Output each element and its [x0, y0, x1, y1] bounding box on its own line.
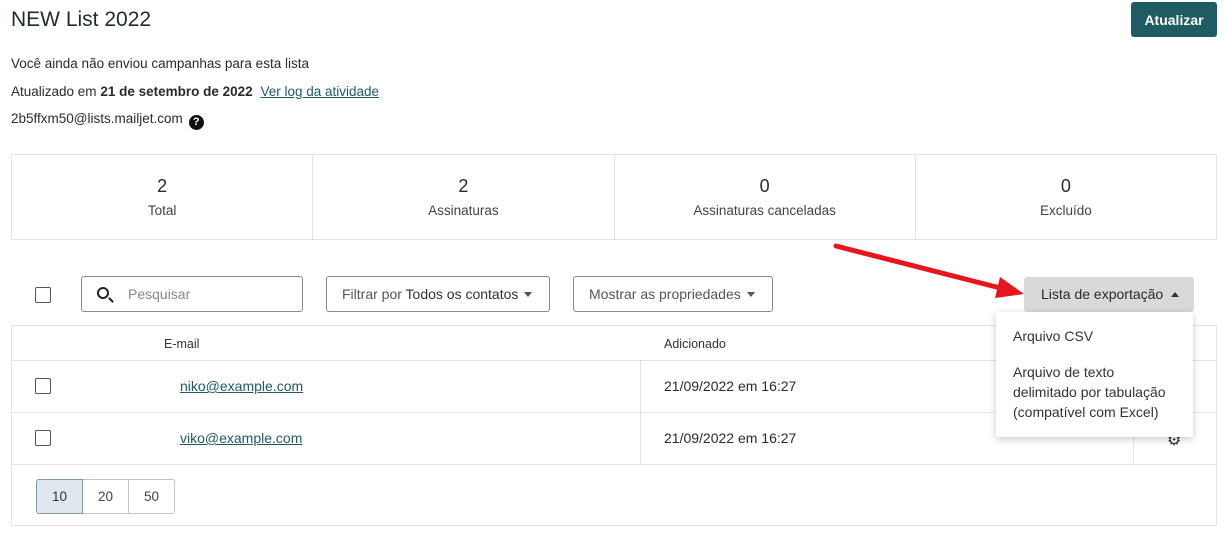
- export-menu: Arquivo CSV Arquivo de texto delimitado …: [996, 312, 1193, 437]
- stat-value: 0: [759, 176, 770, 196]
- export-label: Lista de exportação: [1041, 286, 1164, 302]
- updated-date: 21 de setembro de 2022: [100, 84, 253, 99]
- contact-email-link[interactable]: viko@example.com: [180, 430, 302, 446]
- page-size-selector: 10 20 50: [36, 479, 175, 514]
- select-all-checkbox[interactable]: [35, 287, 51, 303]
- list-email-line: 2b5ffxm50@lists.mailjet.com?: [11, 111, 204, 130]
- menu-item-line: delimitado por tabulação: [1013, 384, 1166, 400]
- search-input[interactable]: Pesquisar: [81, 276, 303, 312]
- properties-label: Mostrar as propriedades: [589, 286, 741, 302]
- page-size-option[interactable]: 10: [36, 479, 83, 514]
- activity-log-link[interactable]: Ver log da atividade: [260, 84, 379, 99]
- menu-item-line: (compatível com Excel): [1013, 404, 1159, 420]
- search-icon: [97, 287, 109, 299]
- no-campaigns-text: Você ainda não enviou campanhas para est…: [11, 56, 309, 71]
- pagination-area: 10 20 50: [12, 464, 1216, 526]
- question-circle-icon[interactable]: ?: [188, 115, 204, 130]
- export-list-button[interactable]: Lista de exportação: [1024, 277, 1194, 312]
- stat-label: Excluído: [1039, 203, 1092, 218]
- stat-unsubscribed: 0 Assinaturas canceladas: [615, 155, 916, 239]
- stat-value: 2: [458, 176, 469, 196]
- stat-deleted: 0 Excluído: [916, 155, 1216, 239]
- properties-dropdown[interactable]: Mostrar as propriedades: [573, 276, 773, 312]
- stat-total: 2 Total: [12, 155, 314, 239]
- annotation-arrow: [833, 243, 1024, 298]
- update-button[interactable]: Atualizar: [1131, 2, 1217, 37]
- column-header-added[interactable]: Adicionado: [664, 337, 726, 351]
- caret-down-icon: [524, 292, 533, 297]
- row-checkbox[interactable]: [35, 378, 51, 394]
- export-csv-option[interactable]: Arquivo CSV: [1013, 326, 1093, 346]
- updated-prefix: Atualizado em: [11, 84, 97, 99]
- stat-label: Total: [147, 203, 177, 218]
- filter-value: Todos os contatos: [405, 286, 519, 302]
- export-tab-delimited-option[interactable]: Arquivo de texto delimitado por tabulaçã…: [1013, 362, 1166, 422]
- filter-dropdown[interactable]: Filtrar por Todos os contatos: [326, 276, 550, 312]
- caret-up-icon: [1171, 292, 1180, 297]
- updated-line: Atualizado em 21 de setembro de 2022 Ver…: [11, 84, 379, 99]
- added-date: 21/09/2022 em 16:27: [664, 430, 797, 446]
- column-divider: [640, 413, 641, 465]
- stat-subscriptions: 2 Assinaturas: [313, 155, 615, 239]
- stats-panel: 2 Total 2 Assinaturas 0 Assinaturas canc…: [11, 154, 1217, 240]
- added-date: 21/09/2022 em 16:27: [664, 378, 797, 394]
- column-header-email[interactable]: E-mail: [164, 337, 199, 351]
- contact-email-link[interactable]: niko@example.com: [180, 378, 303, 394]
- list-email: 2b5ffxm50@lists.mailjet.com: [11, 111, 183, 126]
- stat-value: 0: [1060, 176, 1071, 196]
- row-checkbox[interactable]: [35, 430, 51, 446]
- stat-label: Assinaturas: [428, 203, 499, 218]
- page-size-option[interactable]: 50: [128, 479, 175, 514]
- caret-down-icon: [746, 292, 755, 297]
- page-size-option[interactable]: 20: [82, 479, 129, 514]
- filter-prefix: Filtrar por: [342, 286, 402, 302]
- page-title: NEW List 2022: [11, 8, 152, 31]
- stat-label: Assinaturas canceladas: [693, 203, 836, 218]
- stat-value: 2: [157, 176, 168, 196]
- menu-item-line: Arquivo de texto: [1013, 364, 1115, 380]
- search-placeholder: Pesquisar: [128, 286, 191, 302]
- column-divider: [640, 361, 641, 413]
